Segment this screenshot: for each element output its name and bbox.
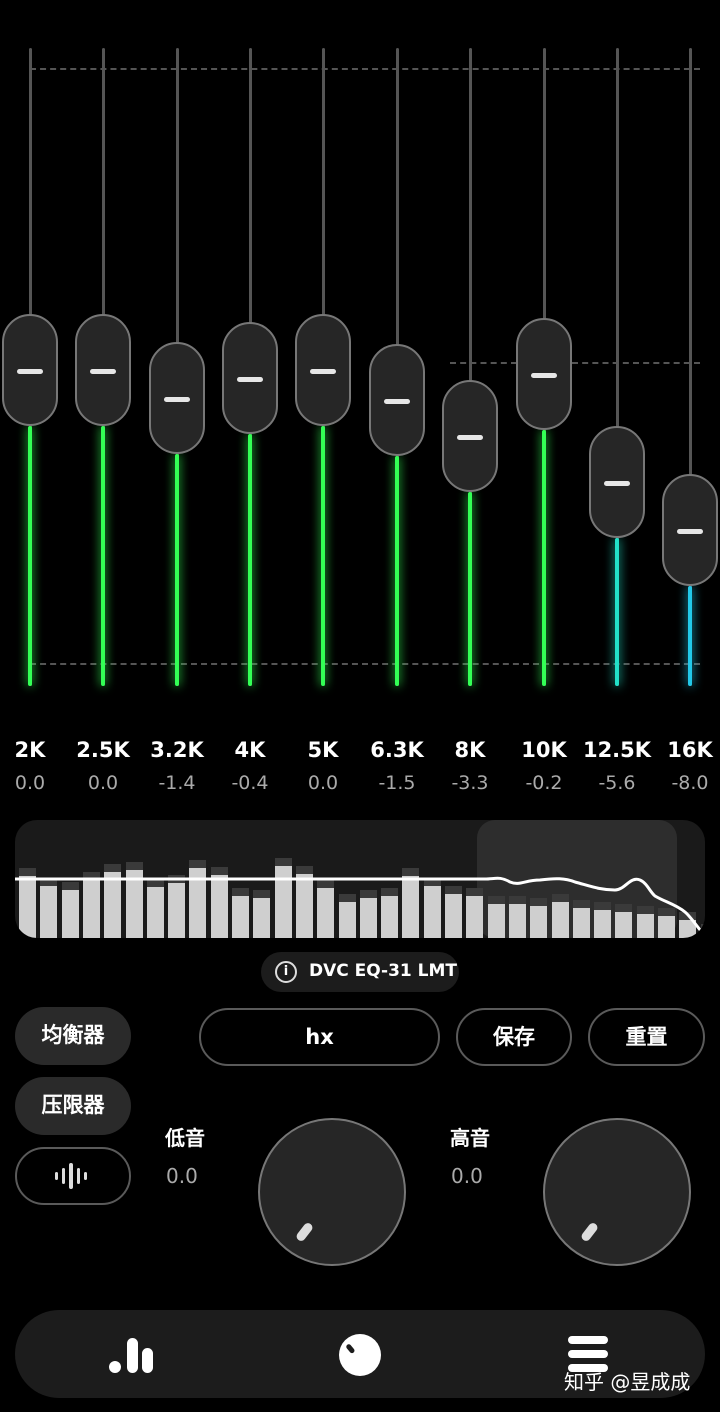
bass-dial-indicator bbox=[294, 1221, 315, 1243]
reset-button[interactable]: 重置 bbox=[588, 1008, 705, 1066]
limiter-mode-button[interactable]: 压限器 bbox=[15, 1077, 131, 1135]
eq-band-value: 0.0 bbox=[87, 772, 119, 794]
eq-band-label: 4K bbox=[234, 738, 266, 762]
eq-slider-fill bbox=[101, 426, 105, 686]
eq-slider-fill bbox=[542, 430, 546, 686]
eq-slider-handle[interactable] bbox=[2, 314, 58, 426]
eq-band-label: 5K bbox=[307, 738, 339, 762]
treble-dial-indicator bbox=[579, 1221, 600, 1243]
eq-band-label: 16K bbox=[667, 738, 713, 762]
processor-chip[interactable]: i DVC EQ-31 LMT bbox=[261, 952, 459, 992]
eq-curve bbox=[15, 876, 705, 937]
eq-band-value: -0.2 bbox=[525, 772, 563, 794]
eq-slider-handle[interactable] bbox=[75, 314, 131, 426]
eq-band-value: -0.4 bbox=[231, 772, 269, 794]
equalizer-panel bbox=[0, 0, 720, 700]
eq-band-label: 2.5K bbox=[76, 738, 130, 762]
eq-band-value: -8.0 bbox=[671, 772, 709, 794]
eq-slider-fill bbox=[615, 538, 619, 686]
eq-slider-fill bbox=[395, 456, 399, 686]
waveform-mode-button[interactable] bbox=[15, 1147, 131, 1205]
bass-value: 0.0 bbox=[166, 1164, 198, 1188]
treble-value: 0.0 bbox=[451, 1164, 483, 1188]
eq-slider-fill bbox=[321, 426, 325, 686]
eq-band-value: 0.0 bbox=[14, 772, 46, 794]
eq-slider-handle[interactable] bbox=[369, 344, 425, 456]
spectrum-display bbox=[15, 820, 705, 938]
processor-label: DVC EQ-31 LMT bbox=[309, 961, 458, 981]
eq-band-label: 8K bbox=[454, 738, 486, 762]
eq-band-label: 6.3K bbox=[370, 738, 424, 762]
eq-slider-fill bbox=[248, 434, 252, 686]
preset-name-field[interactable]: hx bbox=[199, 1008, 440, 1066]
eq-slider-handle[interactable] bbox=[149, 342, 205, 454]
eq-slider-handle[interactable] bbox=[295, 314, 351, 426]
treble-dial[interactable] bbox=[543, 1118, 691, 1266]
treble-label: 高音 bbox=[450, 1126, 490, 1150]
eq-slider-fill bbox=[28, 426, 32, 686]
eq-band-value: -5.6 bbox=[598, 772, 636, 794]
equalizer-bars-icon[interactable] bbox=[107, 1334, 157, 1374]
eq-band-label: 2K bbox=[14, 738, 46, 762]
eq-slider-handle[interactable] bbox=[662, 474, 718, 586]
watermark-text: 知乎 @昱成成 bbox=[564, 1370, 691, 1394]
eq-slider-fill bbox=[688, 586, 692, 686]
info-icon: i bbox=[275, 961, 297, 983]
grid-line-mid bbox=[450, 362, 700, 364]
equalizer-mode-button[interactable]: 均衡器 bbox=[15, 1007, 131, 1065]
bass-dial[interactable] bbox=[258, 1118, 406, 1266]
grid-line-bottom bbox=[30, 663, 700, 665]
eq-slider-fill bbox=[175, 454, 179, 686]
knob-icon[interactable] bbox=[337, 1332, 383, 1378]
eq-band-value: 0.0 bbox=[307, 772, 339, 794]
grid-line-top bbox=[30, 68, 700, 70]
eq-slider-handle[interactable] bbox=[442, 380, 498, 492]
eq-slider-handle[interactable] bbox=[222, 322, 278, 434]
eq-band-label: 12.5K bbox=[582, 738, 652, 762]
eq-band-label: 3.2K bbox=[150, 738, 204, 762]
waveform-icon bbox=[55, 1163, 87, 1189]
save-button[interactable]: 保存 bbox=[456, 1008, 572, 1066]
eq-slider-handle[interactable] bbox=[516, 318, 572, 430]
eq-slider-handle[interactable] bbox=[589, 426, 645, 538]
eq-band-value: -3.3 bbox=[451, 772, 489, 794]
bass-label: 低音 bbox=[165, 1126, 205, 1150]
eq-band-value: -1.5 bbox=[378, 772, 416, 794]
eq-band-label: 10K bbox=[521, 738, 567, 762]
eq-slider-fill bbox=[468, 492, 472, 686]
eq-band-value: -1.4 bbox=[158, 772, 196, 794]
